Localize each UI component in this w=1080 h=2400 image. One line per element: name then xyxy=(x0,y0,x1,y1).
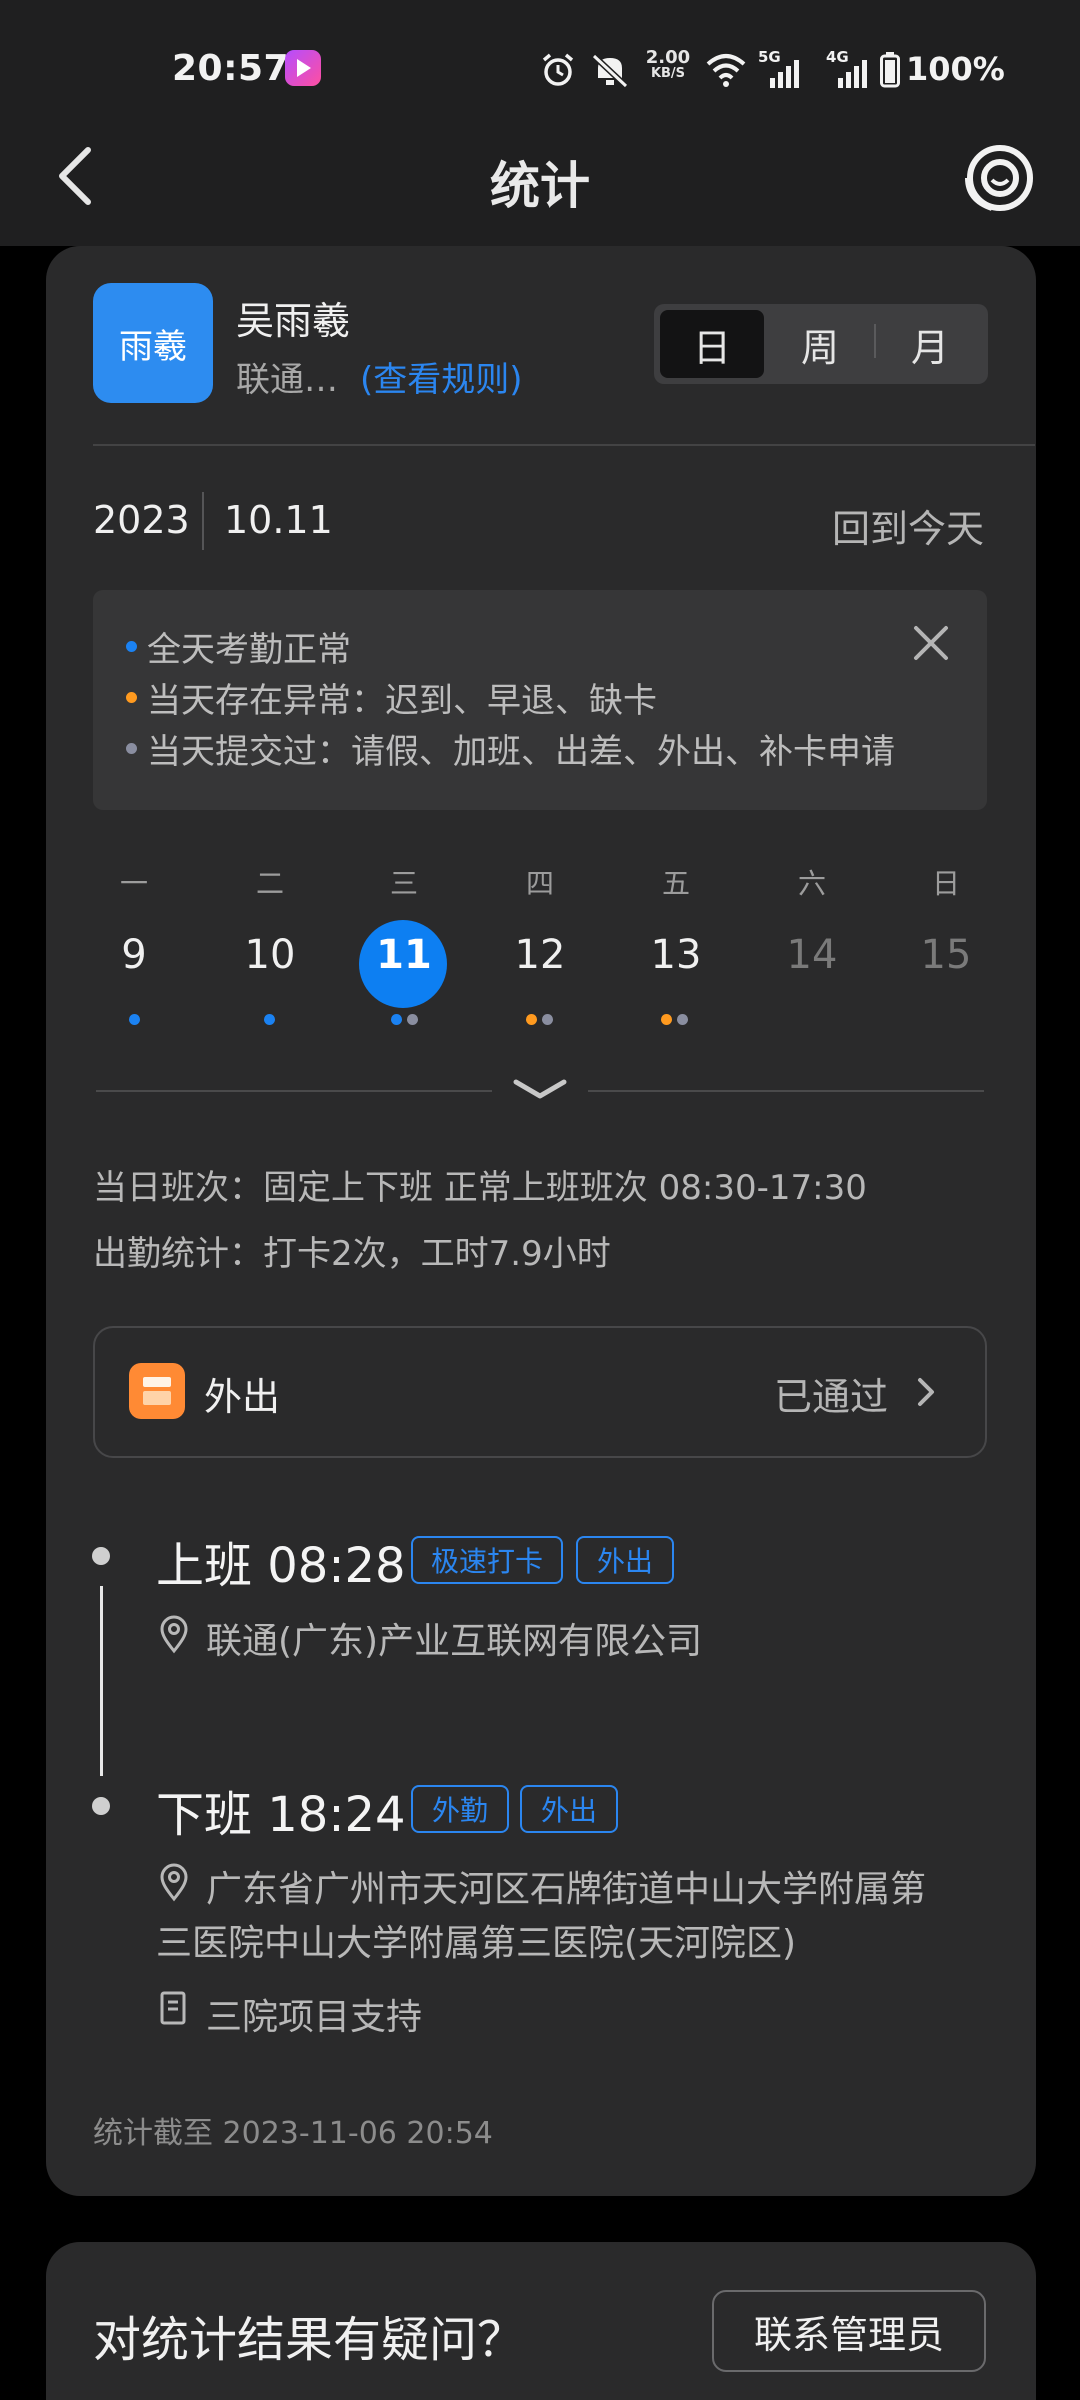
weekday-label: 三 xyxy=(389,867,418,900)
date-year[interactable]: 2023 xyxy=(93,498,190,542)
page-title: 统计 xyxy=(490,157,590,215)
clock-out-note: 三院项目支持 xyxy=(206,1997,423,2038)
status-dot xyxy=(542,1014,553,1025)
tag-outing: 外出 xyxy=(520,1785,618,1833)
status-dot xyxy=(526,1014,537,1025)
weekday-label: 二 xyxy=(255,867,284,900)
stats-timestamp: 统计截至 2023-11-06 20:54 xyxy=(93,2116,493,2151)
legend-abnormal: 当天存在异常：迟到、早退、缺卡 xyxy=(126,673,657,722)
status-icons: 2.00 KB/S 5G 4G 100% xyxy=(540,47,1005,92)
calendar-day[interactable]: 15 xyxy=(901,932,991,978)
calendar-day[interactable]: 12 xyxy=(495,932,585,978)
status-time: 20:57 xyxy=(172,48,290,89)
period-tabs: 日 周 月 xyxy=(654,304,988,384)
date-day[interactable]: 10.11 xyxy=(224,498,333,542)
status-dot xyxy=(407,1014,418,1025)
tab-day[interactable]: 日 xyxy=(660,310,764,378)
user-name: 吴雨羲 xyxy=(236,299,351,343)
contact-admin-button[interactable]: 联系管理员 xyxy=(712,2290,986,2372)
status-dot xyxy=(391,1014,402,1025)
status-dot xyxy=(129,1014,140,1025)
divider xyxy=(93,444,1035,446)
view-rules-link[interactable]: (查看规则) xyxy=(360,352,523,401)
signal-icon xyxy=(770,60,799,88)
note-icon xyxy=(160,1991,186,2025)
tab-week[interactable]: 周 xyxy=(768,310,872,378)
legend-submitted-text: 当天提交过：请假、加班、出差、外出、补卡申请 xyxy=(147,732,895,772)
tab-divider xyxy=(874,324,876,358)
chevron-right-icon xyxy=(918,1378,934,1406)
calendar-divider xyxy=(96,1090,492,1092)
legend-abnormal-text: 当天存在异常：迟到、早退、缺卡 xyxy=(147,681,657,721)
calendar-divider xyxy=(588,1090,984,1092)
outing-label: 外出 xyxy=(204,1375,281,1419)
calendar-day-selected[interactable]: 11 xyxy=(359,932,449,978)
location-icon xyxy=(160,1615,188,1654)
legend-normal-text: 全天考勤正常 xyxy=(147,630,351,670)
tag-fast-punch: 极速打卡 xyxy=(411,1536,563,1584)
shift-info: 当日班次：固定上下班 正常上班班次 08:30-17:30 xyxy=(93,1168,867,1208)
mute-icon xyxy=(591,53,629,88)
clock-out-location-line2: 三医院中山大学附属第三医院(天河院区) xyxy=(156,1923,797,1964)
clock-out-title: 下班 18:24 xyxy=(156,1787,406,1843)
clock-in-title: 上班 08:28 xyxy=(156,1538,406,1594)
location-icon xyxy=(160,1863,188,1902)
battery-icon xyxy=(880,52,900,88)
net-speed-unit: KB/S xyxy=(650,66,686,81)
legend-normal: 全天考勤正常 xyxy=(126,622,351,671)
support-icon[interactable] xyxy=(962,140,1038,216)
calendar-day[interactable]: 10 xyxy=(225,932,315,978)
legend-dot-submitted xyxy=(126,743,137,754)
calendar-day[interactable]: 14 xyxy=(767,932,857,978)
status-dot xyxy=(661,1014,672,1025)
legend-dot-abnormal xyxy=(126,692,137,703)
timeline-dot xyxy=(92,1547,110,1565)
close-icon[interactable] xyxy=(910,622,952,664)
outing-status: 已通过 xyxy=(774,1375,889,1419)
timeline-dot xyxy=(92,1797,110,1815)
weekday-label: 日 xyxy=(931,867,960,900)
question-text: 对统计结果有疑问？ xyxy=(93,2312,526,2368)
weekday-label: 一 xyxy=(119,867,148,900)
weekday-label: 四 xyxy=(525,867,554,900)
weekday-label: 五 xyxy=(661,867,690,900)
tab-month[interactable]: 月 xyxy=(878,310,982,378)
back-to-today-button[interactable]: 回到今天 xyxy=(832,498,984,553)
legend-submitted: 当天提交过：请假、加班、出差、外出、补卡申请 xyxy=(126,724,895,773)
legend-dot-normal xyxy=(126,641,137,652)
status-dot xyxy=(677,1014,688,1025)
net-speed-value: 2.00 xyxy=(645,47,691,68)
calendar-day[interactable]: 9 xyxy=(89,932,179,978)
tag-field-work: 外勤 xyxy=(411,1785,509,1833)
net-speed: 2.00 KB/S xyxy=(642,47,694,82)
chevron-down-icon[interactable] xyxy=(510,1074,570,1104)
clock-out-location-line1: 广东省广州市天河区石牌街道中山大学附属第 xyxy=(206,1869,927,1910)
weekday-label: 六 xyxy=(797,867,826,900)
wifi-icon xyxy=(706,54,746,87)
clock-in-location: 联通(广东)产业互联网有限公司 xyxy=(206,1621,703,1662)
signal-icon-2 xyxy=(838,60,867,88)
alarm-icon xyxy=(542,53,574,86)
date-divider xyxy=(202,492,204,550)
user-org: 联通… xyxy=(236,360,338,400)
app-notification-icon xyxy=(285,50,321,86)
avatar: 雨羲 xyxy=(93,283,213,403)
attendance-summary: 出勤统计：打卡2次，工时7.9小时 xyxy=(93,1234,611,1274)
outing-icon xyxy=(129,1363,185,1419)
status-dot xyxy=(264,1014,275,1025)
calendar-day[interactable]: 13 xyxy=(631,932,721,978)
timeline-line xyxy=(100,1586,103,1776)
tag-outing: 外出 xyxy=(576,1536,674,1584)
battery-percent: 100% xyxy=(906,50,1005,88)
